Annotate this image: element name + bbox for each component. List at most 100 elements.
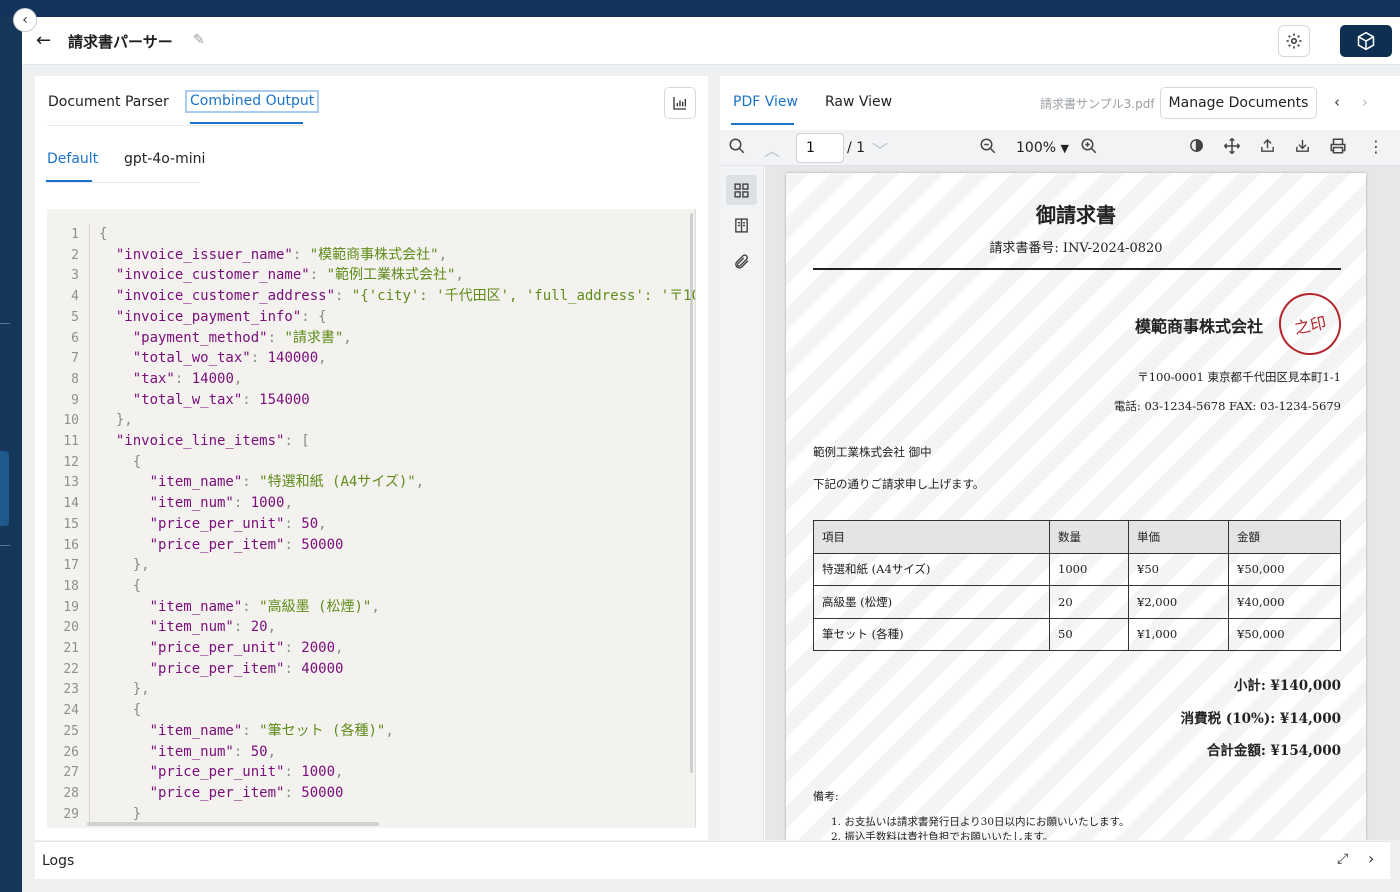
table-cell: 特選和紙 (A4サイズ)	[813, 552, 1050, 586]
code-token: :	[233, 743, 251, 760]
line-number: 13	[63, 475, 79, 491]
next-page-button[interactable]: ﹀	[872, 137, 888, 161]
tab-combined-output[interactable]: Combined Output	[185, 90, 320, 113]
code-line: 3 "invoice_customer_name": "範例工業株式会社",	[47, 265, 464, 286]
code-token: "item_num"	[149, 619, 234, 636]
code-token: 40000	[301, 660, 344, 677]
code-line: 18 {	[47, 576, 141, 597]
code-token: "invoice_customer_name"	[115, 267, 310, 284]
code-line: 15 "price_per_unit": 50,	[47, 514, 326, 535]
line-number: 3	[71, 268, 79, 284]
caret-down-icon: ▼	[1060, 142, 1069, 155]
zoom-out-button[interactable]	[979, 137, 997, 159]
code-line: 26 "item_num": 50,	[47, 742, 276, 763]
line-number: 25	[63, 723, 79, 739]
code-line: 1{	[47, 224, 107, 245]
code-token: ,	[335, 640, 344, 656]
line-number: 23	[63, 682, 79, 698]
table-header: 項目	[813, 520, 1050, 554]
download-button[interactable]	[1294, 137, 1311, 158]
prev-document-button[interactable]: ‹	[1334, 93, 1340, 111]
zoom-select[interactable]: 100% ▼	[1016, 140, 1069, 156]
note-item: 1. お支払いは請求書発行日より30日以内にお願いいたします。	[831, 816, 1130, 828]
code-token: {	[99, 577, 142, 594]
search-icon	[729, 138, 745, 154]
code-line: 29 }	[47, 804, 141, 825]
zoom-in-button[interactable]	[1080, 137, 1098, 159]
page-total: / 1	[847, 140, 866, 156]
search-button[interactable]	[728, 137, 746, 159]
manage-documents-button[interactable]: Manage Documents	[1160, 87, 1317, 119]
paperclip-icon	[735, 253, 749, 269]
code-token: 20	[250, 619, 268, 636]
code-token: },	[99, 681, 150, 698]
tax-amount: 消費税 (10%): ¥14,000	[1180, 711, 1341, 727]
outline-button[interactable]	[726, 210, 757, 240]
table-cell: 50	[1049, 617, 1129, 651]
code-token: "請求書"	[284, 329, 344, 346]
logs-label: Logs	[42, 853, 75, 869]
code-token: ,	[335, 764, 344, 781]
upload-button[interactable]	[1259, 137, 1276, 158]
code-token: :	[284, 660, 302, 677]
sidebar-divider	[0, 545, 10, 546]
company-seal-stamp: 之印	[1273, 287, 1347, 361]
code-token: :	[284, 640, 302, 656]
tab-raw-view[interactable]: Raw View	[825, 94, 892, 110]
code-token: "item_name"	[149, 474, 243, 491]
package-button[interactable]	[1340, 25, 1392, 57]
code-line: 27 "price_per_unit": 1000,	[47, 762, 343, 783]
code-token: "item_num"	[149, 495, 234, 512]
print-button[interactable]	[1329, 137, 1347, 159]
code-token: "price_per_item"	[149, 660, 285, 677]
next-document-button[interactable]: ›	[1362, 93, 1368, 111]
tab-pdf-view[interactable]: PDF View	[733, 94, 798, 110]
previous-page-button[interactable]: ︿	[764, 137, 780, 161]
back-button[interactable]: ←	[36, 30, 51, 51]
code-line: 17 },	[47, 555, 149, 576]
settings-button[interactable]	[1278, 25, 1310, 57]
arrow-left-icon: ←	[36, 30, 52, 51]
json-code-view[interactable]: 1{2 "invoice_issuer_name": "模範商事株式会社", 3 …	[47, 209, 696, 828]
code-line: 4 "invoice_customer_address": "{'city': …	[47, 286, 695, 307]
subtab-gpt-4o-mini[interactable]: gpt-4o-mini	[124, 151, 205, 167]
table-cell: ¥1,000	[1128, 617, 1229, 651]
expand-logs-button[interactable]: ⤢	[1337, 851, 1348, 867]
code-token: :	[242, 598, 260, 615]
code-line: 10 },	[47, 410, 133, 431]
invoice-title: 御請求書	[1036, 203, 1116, 227]
more-options-button[interactable]: ⋮	[1368, 137, 1384, 156]
line-number: 26	[63, 744, 79, 760]
code-line: 8 "tax": 14000,	[47, 369, 242, 390]
code-line: 9 "total_w_tax": 154000	[47, 390, 310, 411]
line-number: 15	[63, 516, 79, 532]
document-filename: 請求書サンプル3.pdf	[1040, 97, 1155, 111]
attachments-button[interactable]	[726, 246, 757, 276]
top-band	[0, 0, 1400, 17]
page-number-input[interactable]: 1	[796, 133, 844, 163]
thumbnails-button[interactable]	[726, 175, 757, 205]
code-token: "筆セット (各種)"	[259, 722, 386, 739]
logs-bar[interactable]: Logs ⤢ ›	[35, 841, 1390, 879]
open-logs-button[interactable]: ›	[1368, 849, 1374, 868]
code-token: },	[99, 412, 133, 429]
chart-button[interactable]	[664, 87, 696, 119]
bar-chart-icon	[673, 97, 686, 110]
title-rule	[813, 268, 1341, 270]
tab-document-parser[interactable]: Document Parser	[48, 94, 169, 110]
pdf-viewer[interactable]: 御請求書 請求書番号: INV-2024-0820 模範商事株式会社 之印 〒1…	[765, 166, 1400, 840]
subtab-default[interactable]: Default	[47, 151, 98, 167]
code-token: "price_per_item"	[149, 784, 285, 801]
cube-icon	[1357, 31, 1375, 51]
theme-button[interactable]	[1188, 137, 1205, 158]
edit-title-icon[interactable]: ✎	[193, 32, 205, 48]
pan-button[interactable]	[1223, 137, 1241, 159]
sidebar-collapse-button[interactable]: ‹	[13, 8, 37, 32]
table-cell: ¥50,000	[1228, 617, 1341, 651]
